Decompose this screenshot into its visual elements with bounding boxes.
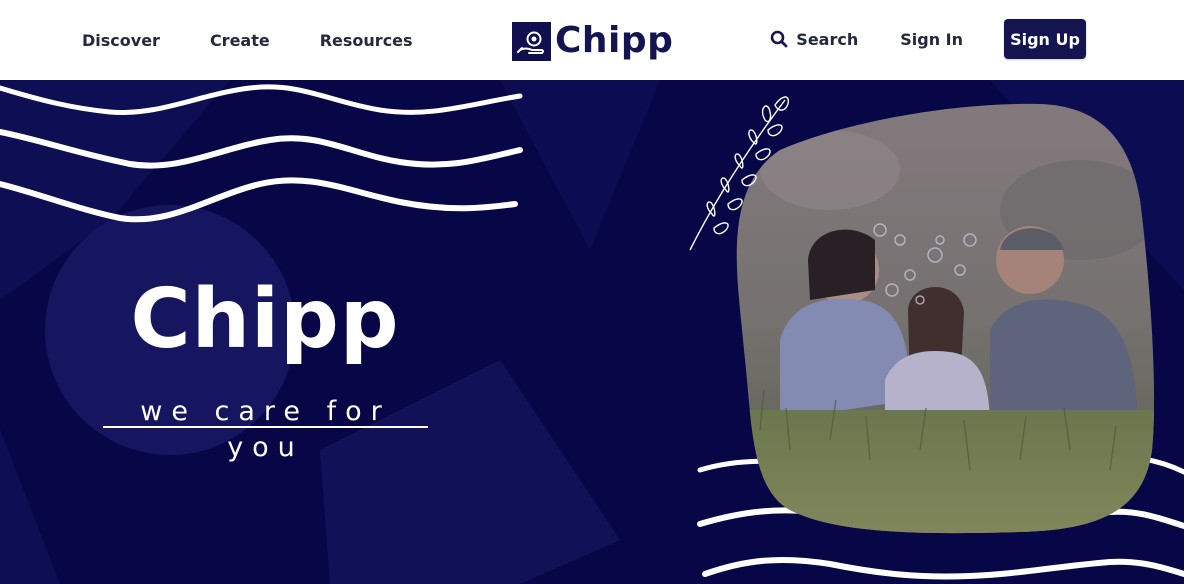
brand-logo[interactable]: Chipp [512, 20, 673, 62]
hero-title: Chipp [130, 272, 400, 367]
nav-discover-link[interactable]: Discover [82, 31, 160, 50]
sign-up-button[interactable]: Sign Up [1004, 19, 1086, 59]
logo-mark-icon [512, 21, 551, 61]
header-actions: Search Sign In Sign Up [770, 19, 1086, 59]
search-label: Search [796, 29, 859, 49]
primary-nav: Discover Create Resources [82, 0, 413, 80]
tagline-underline [103, 426, 428, 428]
hero-tagline: we care for you [140, 396, 391, 463]
search-icon [770, 30, 788, 48]
search-button[interactable]: Search [770, 30, 858, 49]
nav-resources-link[interactable]: Resources [320, 31, 413, 50]
site-header: Discover Create Resources Chipp Search S… [0, 0, 1184, 80]
family-photo [689, 96, 1155, 534]
hero-title-container: Chipp [100, 270, 430, 370]
hero-banner: Chipp we care for you [0, 80, 1184, 584]
brand-name: Chipp [555, 20, 674, 61]
nav-create-link[interactable]: Create [210, 31, 270, 50]
sign-in-link[interactable]: Sign In [900, 30, 963, 49]
